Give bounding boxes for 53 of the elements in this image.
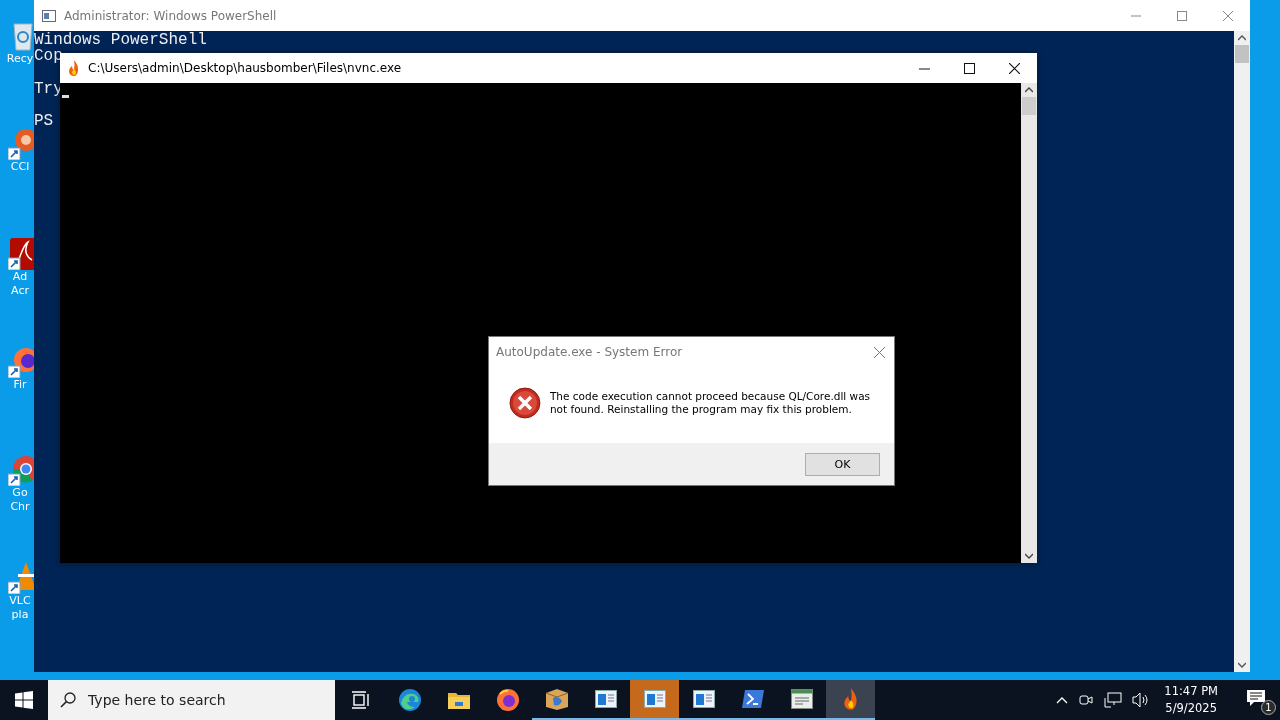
window-icon: [692, 690, 715, 708]
window-title: C:\Users\admin\Desktop\hausbomber\Files\nvnc.exe: [88, 61, 402, 75]
windows-start-icon[interactable]: [15, 691, 33, 709]
notification-count: 1: [1261, 700, 1276, 715]
network-icon[interactable]: [1104, 692, 1123, 708]
search-icon: [60, 692, 76, 708]
search-placeholder: Type here to search: [88, 692, 226, 708]
speaker-icon[interactable]: [1132, 692, 1151, 708]
desktop-icon-label: Chr: [10, 500, 30, 514]
scrollbar-thumb[interactable]: [1022, 97, 1036, 115]
notifications-icon[interactable]: [1246, 689, 1266, 707]
window-icon: [790, 689, 813, 709]
package-icon: [543, 687, 570, 711]
desktop-icon-label: VLC: [9, 594, 31, 608]
console-line: PS: [34, 113, 54, 130]
desktop-icon-label: Acr: [11, 284, 29, 298]
folder-icon: [446, 690, 471, 710]
dialog-title: AutoUpdate.exe - System Error: [496, 345, 683, 359]
error-icon: [509, 387, 541, 419]
ok-button[interactable]: OK: [805, 452, 880, 476]
powershell-icon: [740, 689, 765, 709]
search-field[interactable]: Type here to search: [48, 680, 335, 720]
chevron-up-icon[interactable]: [1056, 696, 1069, 704]
close-icon[interactable]: [1009, 62, 1020, 74]
console-window-icon: [42, 9, 56, 22]
camera-icon[interactable]: [1078, 692, 1095, 708]
scrollbar[interactable]: [1234, 31, 1250, 672]
flame-icon: [842, 688, 859, 710]
flame-icon: [68, 60, 80, 76]
task-view-icon: [350, 691, 371, 709]
text-cursor: [62, 95, 69, 98]
scroll-down-icon[interactable]: [1238, 662, 1246, 668]
console-line: Windows PowerShell: [34, 32, 207, 49]
firefox-icon: [495, 688, 520, 712]
desktop-icon-label: Go: [12, 486, 28, 500]
scrollbar[interactable]: [1021, 83, 1037, 563]
scrollbar-thumb[interactable]: [1235, 45, 1249, 63]
maximize-icon[interactable]: [964, 62, 975, 74]
clock-time: 11:47 PM: [1164, 683, 1218, 700]
desktop-icon-label: Recy: [6, 52, 34, 66]
scroll-down-icon[interactable]: [1025, 553, 1033, 559]
edge-browser-icon: [397, 688, 422, 712]
desktop-icon-label: CCl: [10, 160, 30, 174]
desktop-icon-label: Ad: [12, 270, 28, 284]
window-icon: [594, 690, 617, 708]
error-message: The code execution cannot proceed because QL/Core.dll was not found. Reinstalling the program may fix this problem.: [549, 390, 872, 416]
window-icon: [643, 690, 666, 708]
desktop-icon-label: pla: [11, 608, 29, 622]
window-title: Administrator: Windows PowerShell: [64, 8, 277, 23]
desktop-icon-label: Fir: [13, 378, 27, 392]
scroll-up-icon[interactable]: [1238, 35, 1246, 41]
scroll-up-icon[interactable]: [1025, 87, 1033, 93]
clock-date: 5/9/2025: [1165, 700, 1217, 717]
